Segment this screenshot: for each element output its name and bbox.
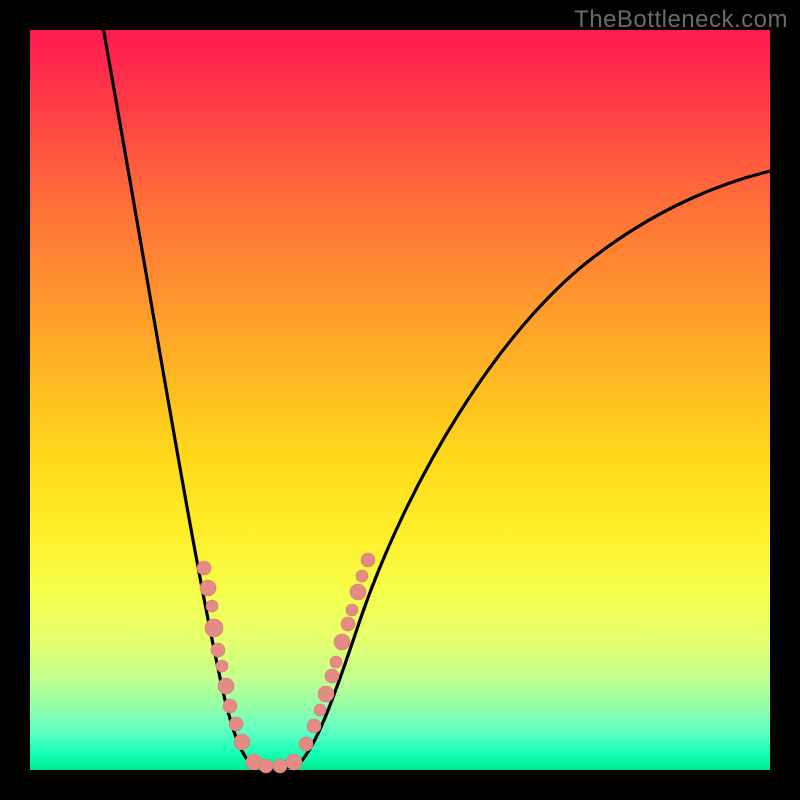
data-marker [330,656,342,668]
data-marker [334,634,350,650]
data-marker [356,570,368,582]
data-marker [197,561,211,575]
plot-area [30,30,770,770]
chart-frame: TheBottleneck.com [0,0,800,800]
data-marker [206,600,218,612]
curve-right-branch [298,170,775,765]
marker-layer [197,553,375,773]
data-marker [299,737,313,751]
data-marker [200,580,216,596]
data-marker [218,678,234,694]
curve-left-branch [100,10,252,765]
data-marker [346,604,358,616]
data-marker [318,686,334,702]
data-marker [361,553,375,567]
data-marker [273,759,287,773]
data-marker [259,759,273,773]
data-marker [286,754,302,770]
data-marker [325,669,339,683]
data-marker [211,643,225,657]
data-marker [205,619,223,637]
data-marker [314,704,326,716]
curve-group [100,10,775,769]
data-marker [234,734,250,750]
watermark-text: TheBottleneck.com [574,6,788,34]
chart-svg [30,30,770,770]
data-marker [307,719,321,733]
data-marker [229,717,243,731]
data-marker [223,699,237,713]
data-marker [216,660,228,672]
data-marker [350,584,366,600]
data-marker [341,617,355,631]
